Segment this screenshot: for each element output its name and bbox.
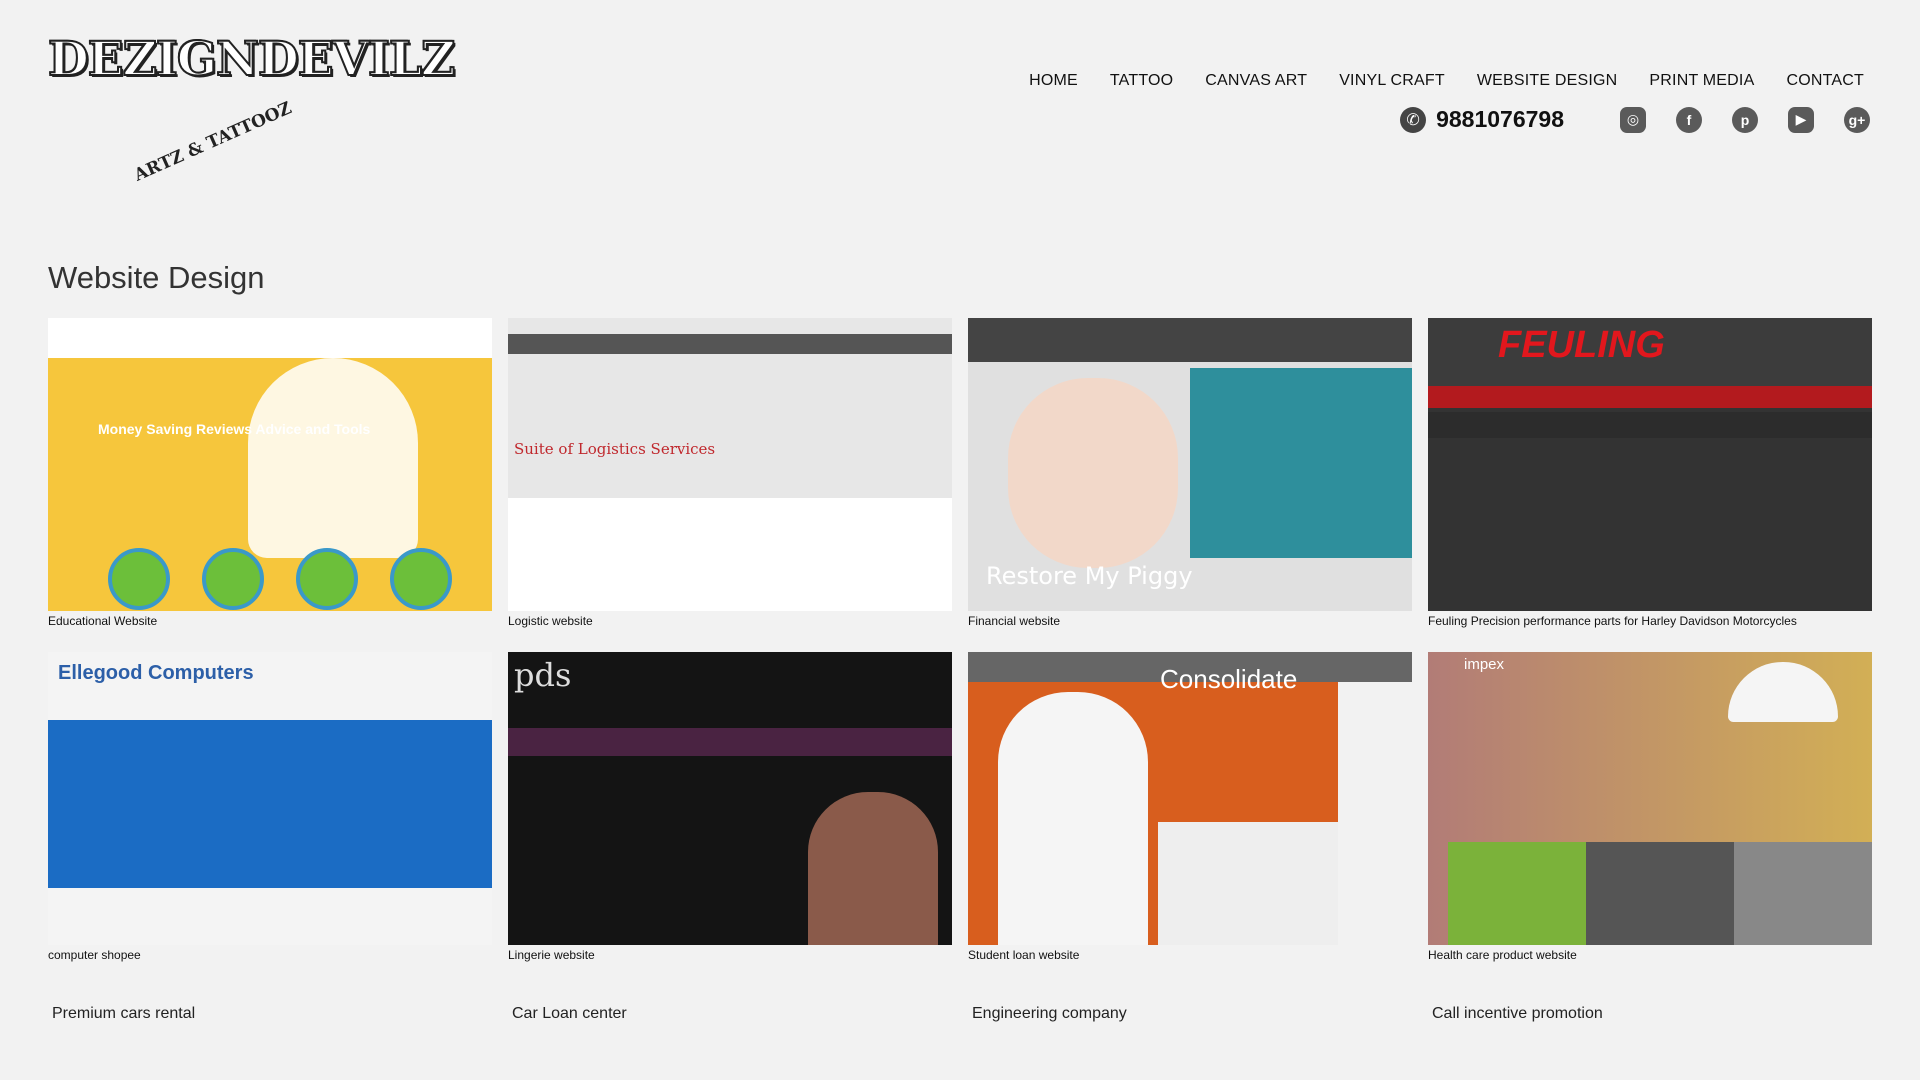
portfolio-item[interactable]: Restore My Piggy Financial website [968, 318, 1412, 630]
youtube-icon[interactable]: ▶ [1788, 106, 1814, 133]
thumbnail-text: Money Saving Reviews Advice and Tools [98, 421, 371, 437]
logo-wordmark: DEZIGNDEVILZ [47, 31, 456, 88]
logo-tagline: ARTZ & TATTOOZ [131, 98, 295, 186]
pinterest-icon[interactable]: p [1732, 106, 1758, 133]
phone-number: 9881076798 [1436, 106, 1564, 132]
portfolio-thumbnail: Ellegood Computers [48, 652, 492, 945]
portfolio-thumbnail: FEULING [1428, 318, 1872, 611]
portfolio-thumbnail: impex [1428, 652, 1872, 945]
google-plus-icon[interactable]: g+ [1844, 106, 1870, 133]
thumbnail-text: FEULING [1498, 324, 1665, 366]
nav-home[interactable]: HOME [1029, 72, 1078, 90]
instagram-icon[interactable]: ◎ [1620, 106, 1646, 133]
nav-tattoo[interactable]: TATTOO [1110, 72, 1173, 90]
portfolio-item[interactable]: pds Lingerie website [508, 652, 952, 964]
portfolio-thumbnail: pds [508, 652, 952, 945]
portfolio-caption: Educational Website [48, 614, 158, 628]
portfolio-caption: computer shopee [48, 948, 141, 962]
nav-canvas-art[interactable]: CANVAS ART [1205, 72, 1307, 90]
portfolio-caption: Feuling Precision performance parts for … [1428, 614, 1797, 628]
nav-contact[interactable]: CONTACT [1786, 72, 1864, 90]
project-title[interactable]: Car Loan center [512, 1005, 956, 1023]
portfolio-grid: Money Saving Reviews Advice and Tools Ed… [48, 318, 1872, 964]
phone-icon: ✆ [1400, 106, 1427, 133]
portfolio-caption: Logistic website [508, 614, 593, 628]
portfolio-item[interactable]: impex Health care product website [1428, 652, 1872, 964]
project-title[interactable]: Call incentive promotion [1432, 1005, 1876, 1023]
nav-website-design[interactable]: WEBSITE DESIGN [1477, 72, 1618, 90]
portfolio-item[interactable]: Money Saving Reviews Advice and Tools Ed… [48, 318, 492, 630]
thumbnail-text: Ellegood Computers [58, 662, 254, 684]
portfolio-thumbnail: Money Saving Reviews Advice and Tools [48, 318, 492, 611]
portfolio-thumbnail: Restore My Piggy [968, 318, 1412, 611]
thumbnail-text: pds [514, 656, 572, 694]
main-nav: HOME TATTOO CANVAS ART VINYL CRAFT WEBSI… [1029, 72, 1864, 90]
thumbnail-text: Suite of Logistics Services [514, 440, 716, 458]
portfolio-caption: Financial website [968, 614, 1061, 628]
portfolio-caption: Lingerie website [508, 948, 595, 962]
thumbnail-text: Restore My Piggy [986, 562, 1193, 590]
portfolio-caption: Student loan website [968, 948, 1080, 962]
portfolio-item[interactable]: Consolidate Student loan website [968, 652, 1412, 964]
site-logo[interactable]: DEZIGNDEVILZ ARTZ & TATTOOZ [47, 12, 456, 200]
page-title: Website Design [48, 260, 265, 295]
project-title[interactable]: Engineering company [972, 1005, 1416, 1023]
thumbnail-text: impex [1464, 656, 1505, 673]
contact-bar: ✆ 9881076798 ◎ f p ▶ g+ [1400, 106, 1870, 133]
facebook-icon[interactable]: f [1676, 106, 1702, 133]
portfolio-item[interactable]: Ellegood Computers computer shopee [48, 652, 492, 964]
portfolio-caption: Health care product website [1428, 948, 1577, 962]
portfolio-item[interactable]: Suite of Logistics Services Logistic web… [508, 318, 952, 630]
thumbnail-text: Consolidate [1160, 664, 1298, 694]
phone-link[interactable]: ✆ 9881076798 [1400, 106, 1564, 133]
more-projects: Premium cars rental Car Loan center Engi… [52, 1005, 1876, 1023]
nav-vinyl-craft[interactable]: VINYL CRAFT [1339, 72, 1445, 90]
project-title[interactable]: Premium cars rental [52, 1005, 496, 1023]
portfolio-thumbnail: Suite of Logistics Services [508, 318, 952, 611]
portfolio-thumbnail: Consolidate [968, 652, 1412, 945]
nav-print-media[interactable]: PRINT MEDIA [1649, 72, 1754, 90]
portfolio-item[interactable]: FEULING Feuling Precision performance pa… [1428, 318, 1872, 630]
